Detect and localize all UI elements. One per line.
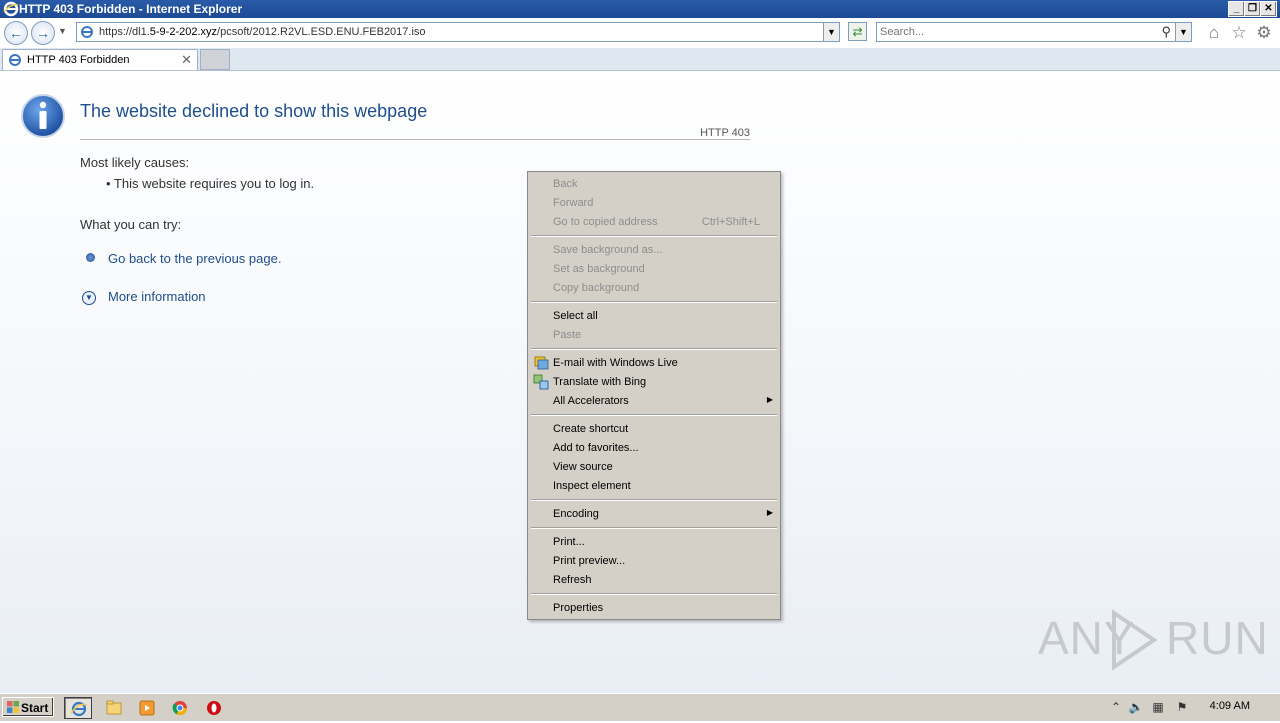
internet-explorer-icon — [3, 1, 19, 17]
window-title: HTTP 403 Forbidden - Internet Explorer — [19, 2, 243, 16]
submenu-arrow-icon: ▶ — [766, 508, 773, 517]
menu-item-save-background[interactable]: Save background as... — [528, 241, 780, 260]
menu-item-email-windows-live[interactable]: E-mail with Windows Live — [528, 354, 780, 373]
menu-item-forward[interactable]: Forward — [528, 194, 780, 213]
menu-item-go-to-copied-address[interactable]: Go to copied address Ctrl+Shift+L — [528, 213, 780, 232]
menu-item-all-accelerators[interactable]: All Accelerators ▶ — [528, 392, 780, 411]
tab-label: HTTP 403 Forbidden — [27, 54, 130, 66]
menu-item-refresh[interactable]: Refresh — [528, 571, 780, 590]
menu-separator — [531, 235, 777, 237]
show-hidden-icons-icon[interactable]: ⌃ — [1108, 699, 1124, 715]
ie-page-icon — [81, 26, 93, 38]
http-status-code: HTTP 403 — [700, 127, 750, 139]
menu-item-encoding[interactable]: Encoding ▶ — [528, 505, 780, 524]
cause-list-item: • This website requires you to log in. — [106, 176, 315, 191]
recent-pages-dropdown[interactable]: ▼ — [58, 24, 70, 38]
chevron-down-icon: ▼ — [1179, 27, 1188, 37]
menu-item-print[interactable]: Print... — [528, 533, 780, 552]
windows-flag-icon — [7, 701, 19, 713]
menu-item-properties[interactable]: Properties — [528, 599, 780, 618]
tab-bar: HTTP 403 Forbidden ✕ — [0, 48, 1280, 71]
ie-page-icon — [9, 54, 21, 66]
menu-item-set-as-background[interactable]: Set as background — [528, 260, 780, 279]
menu-item-add-to-favorites[interactable]: Add to favorites... — [528, 439, 780, 458]
action-center-flag-icon[interactable]: ⚑ — [1174, 699, 1190, 715]
causes-heading: Most likely causes: — [80, 155, 190, 170]
menu-item-back[interactable]: Back — [528, 175, 780, 194]
tab-http-403[interactable]: HTTP 403 Forbidden ✕ — [2, 49, 198, 70]
address-dropdown-button[interactable]: ▼ — [823, 23, 839, 41]
system-tray: ⌃ 🔈 ▦ ⚑ 4:09 AM — [1104, 696, 1280, 718]
back-button[interactable]: ← — [4, 21, 28, 45]
taskbar-chrome[interactable] — [166, 697, 194, 719]
volume-icon[interactable]: 🔈 — [1128, 699, 1144, 715]
gear-icon[interactable]: ⚙ — [1255, 24, 1273, 42]
shortcut-label: Ctrl+Shift+L — [701, 216, 760, 228]
taskbar-media-player[interactable] — [133, 697, 161, 719]
address-url[interactable]: https://dl1.5-9-2-202.xyz/pcsoft/2012.R2… — [99, 26, 426, 38]
menu-item-paste[interactable]: Paste — [528, 326, 780, 345]
network-icon[interactable]: ▦ — [1150, 699, 1166, 715]
info-icon — [21, 94, 65, 138]
media-player-icon — [139, 700, 155, 716]
forward-button[interactable]: → — [31, 21, 55, 45]
menu-item-create-shortcut[interactable]: Create shortcut — [528, 420, 780, 439]
search-box: ⚲ ▼ — [876, 22, 1192, 42]
window-titlebar[interactable]: HTTP 403 Forbidden - Internet Explorer _… — [0, 0, 1280, 18]
refresh-go-button[interactable]: ⇄ — [848, 22, 867, 41]
menu-separator — [531, 301, 777, 303]
menu-separator — [531, 593, 777, 595]
home-icon[interactable]: ⌂ — [1205, 24, 1223, 42]
try-heading: What you can try: — [80, 217, 182, 232]
close-window-button[interactable]: ✕ — [1260, 1, 1277, 17]
expand-chevron-icon[interactable]: ▼ — [82, 291, 96, 305]
menu-item-print-preview[interactable]: Print preview... — [528, 552, 780, 571]
translate-icon — [533, 374, 549, 390]
chevron-down-icon: ▼ — [827, 27, 836, 37]
menu-item-select-all[interactable]: Select all — [528, 307, 780, 326]
submenu-arrow-icon: ▶ — [766, 395, 773, 404]
arrow-right-icon: → — [36, 25, 50, 41]
menu-separator — [531, 414, 777, 416]
email-icon — [534, 356, 549, 370]
taskbar-clock[interactable]: 4:09 AM — [1210, 700, 1250, 712]
minimize-button[interactable]: _ — [1228, 1, 1245, 17]
search-icon[interactable]: ⚲ — [1161, 24, 1171, 40]
chrome-icon — [172, 701, 187, 715]
favorites-star-icon[interactable]: ☆ — [1230, 24, 1248, 42]
refresh-icon: ⇄ — [852, 25, 863, 39]
menu-separator — [531, 348, 777, 350]
opera-icon — [207, 701, 221, 715]
internet-explorer-icon — [70, 701, 88, 717]
context-menu: Back Forward Go to copied address Ctrl+S… — [527, 171, 781, 620]
close-tab-icon[interactable]: ✕ — [181, 52, 192, 68]
address-bar[interactable]: https://dl1.5-9-2-202.xyz/pcsoft/2012.R2… — [76, 22, 840, 42]
taskbar-opera[interactable] — [200, 697, 228, 719]
page-title: The website declined to show this webpag… — [80, 101, 428, 121]
search-dropdown-button[interactable]: ▼ — [1175, 23, 1191, 41]
taskbar-internet-explorer[interactable] — [64, 697, 92, 719]
watermark-play-icon — [1112, 609, 1158, 671]
menu-item-inspect-element[interactable]: Inspect element — [528, 477, 780, 496]
taskbar-file-explorer[interactable] — [100, 697, 128, 719]
menu-item-copy-background[interactable]: Copy background — [528, 279, 780, 298]
more-information-link[interactable]: More information — [108, 289, 206, 304]
heading-divider — [80, 139, 750, 140]
start-button[interactable]: Start — [2, 697, 54, 717]
menu-item-view-source[interactable]: View source — [528, 458, 780, 477]
taskbar: Start ⌃ 🔈 ▦ ⚑ 4:09 AM — [0, 693, 1280, 721]
new-tab-button[interactable] — [200, 49, 230, 70]
menu-separator — [531, 527, 777, 529]
watermark-text-right: RUN — [1166, 612, 1269, 664]
arrow-left-icon: ← — [9, 25, 23, 41]
menu-separator — [531, 499, 777, 501]
maximize-button[interactable]: ❐ — [1244, 1, 1261, 17]
navigation-bar: ← → ▼ https://dl1.5-9-2-202.xyz/pcsoft/2… — [0, 18, 1280, 48]
blue-bullet-icon — [86, 253, 95, 262]
go-back-link[interactable]: Go back to the previous page. — [108, 251, 281, 266]
folder-icon — [106, 700, 122, 715]
search-input[interactable] — [880, 25, 1150, 39]
menu-item-translate-with-bing[interactable]: Translate with Bing — [528, 373, 780, 392]
